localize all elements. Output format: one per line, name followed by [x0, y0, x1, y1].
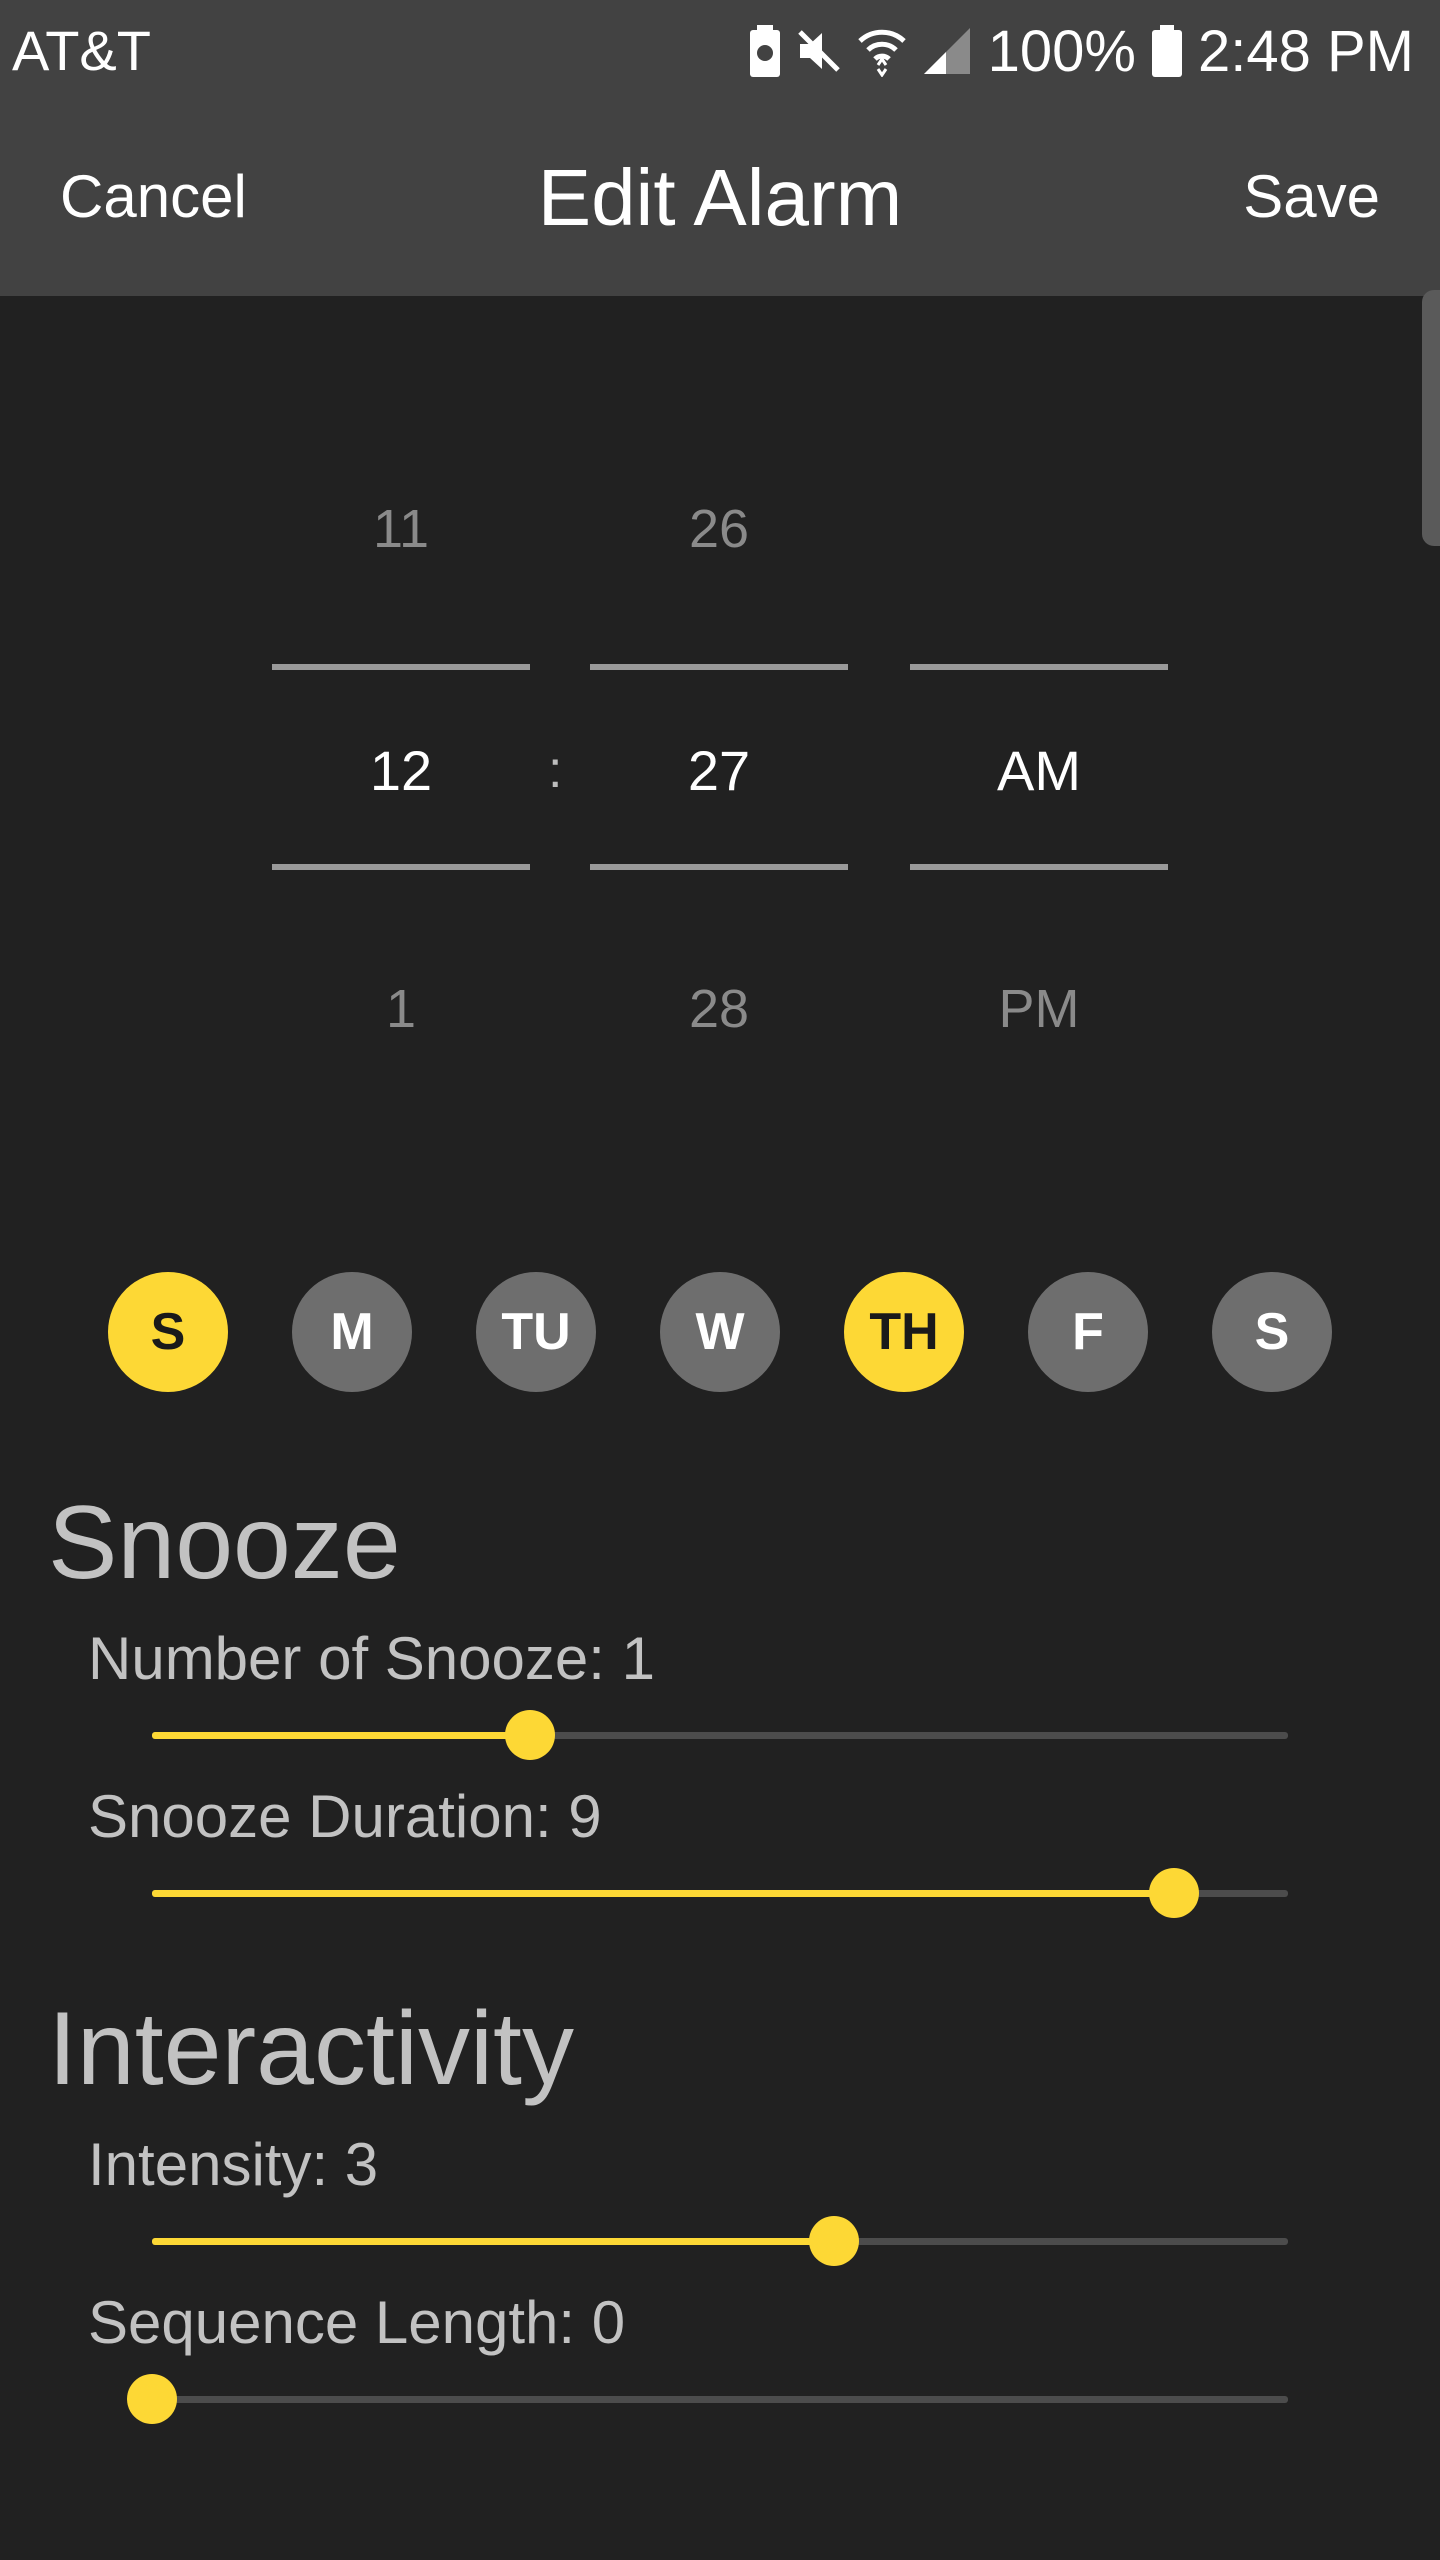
period-current[interactable]: AM	[910, 738, 1168, 803]
sequence-length-label: Sequence Length: 0	[88, 2289, 626, 2356]
minute-next[interactable]: 28	[590, 978, 848, 1040]
day-toggle-monday[interactable]: M	[292, 1272, 412, 1392]
snooze-number-label: Number of Snooze: 1	[88, 1625, 655, 1692]
snooze-duration-label: Snooze Duration: 9	[88, 1783, 602, 1850]
save-button[interactable]: Save	[1243, 162, 1380, 231]
day-toggle-thursday[interactable]: TH	[844, 1272, 964, 1392]
day-toggle-sunday[interactable]: S	[108, 1272, 228, 1392]
slider-thumb[interactable]	[1149, 1868, 1200, 1918]
status-time: 2:48 PM	[1198, 18, 1414, 84]
minute-picker[interactable]: 26 27 28	[590, 0, 848, 1100]
hour-current[interactable]: 12	[272, 738, 530, 803]
slider-thumb[interactable]	[127, 2374, 177, 2424]
period-next[interactable]: PM	[910, 978, 1168, 1040]
intensity-slider[interactable]	[152, 2216, 1288, 2266]
minute-current[interactable]: 27	[590, 738, 848, 803]
slider-fill	[152, 2238, 834, 2245]
period-picker[interactable]: AM PM	[910, 0, 1168, 1100]
scrollbar-thumb[interactable]	[1422, 290, 1440, 546]
hour-divider-bottom	[272, 864, 530, 870]
carrier-label: AT&T	[12, 19, 151, 82]
interactivity-section-title: Interactivity	[48, 1991, 574, 2107]
hour-prev[interactable]: 11	[272, 498, 530, 560]
day-selector: S M TU W TH F S	[108, 1272, 1332, 1392]
wifi-icon	[857, 25, 906, 77]
slider-thumb[interactable]	[505, 1710, 556, 1760]
period-divider-top	[910, 664, 1168, 670]
minute-prev[interactable]: 26	[590, 498, 848, 560]
minute-divider-top	[590, 664, 848, 670]
cancel-button[interactable]: Cancel	[60, 162, 247, 231]
day-toggle-saturday[interactable]: S	[1212, 1272, 1332, 1392]
slider-thumb[interactable]	[808, 2216, 859, 2266]
slider-fill	[152, 1890, 1175, 1897]
period-divider-bottom	[910, 864, 1168, 870]
time-separator: :	[548, 741, 563, 799]
hour-divider-top	[272, 664, 530, 670]
snooze-duration-slider[interactable]	[152, 1868, 1288, 1918]
day-toggle-tuesday[interactable]: TU	[476, 1272, 596, 1392]
snooze-number-slider[interactable]	[152, 1710, 1288, 1760]
snooze-section-title: Snooze	[48, 1485, 401, 1601]
hour-next[interactable]: 1	[272, 978, 530, 1040]
intensity-label: Intensity: 3	[88, 2131, 379, 2198]
hour-picker[interactable]: 11 12 1	[272, 0, 530, 1100]
minute-divider-bottom	[590, 864, 848, 870]
slider-fill	[152, 1732, 531, 1739]
sequence-length-slider[interactable]	[127, 2374, 1288, 2424]
day-toggle-friday[interactable]: F	[1028, 1272, 1148, 1392]
slider-track	[152, 2396, 1288, 2403]
day-toggle-wednesday[interactable]: W	[660, 1272, 780, 1392]
